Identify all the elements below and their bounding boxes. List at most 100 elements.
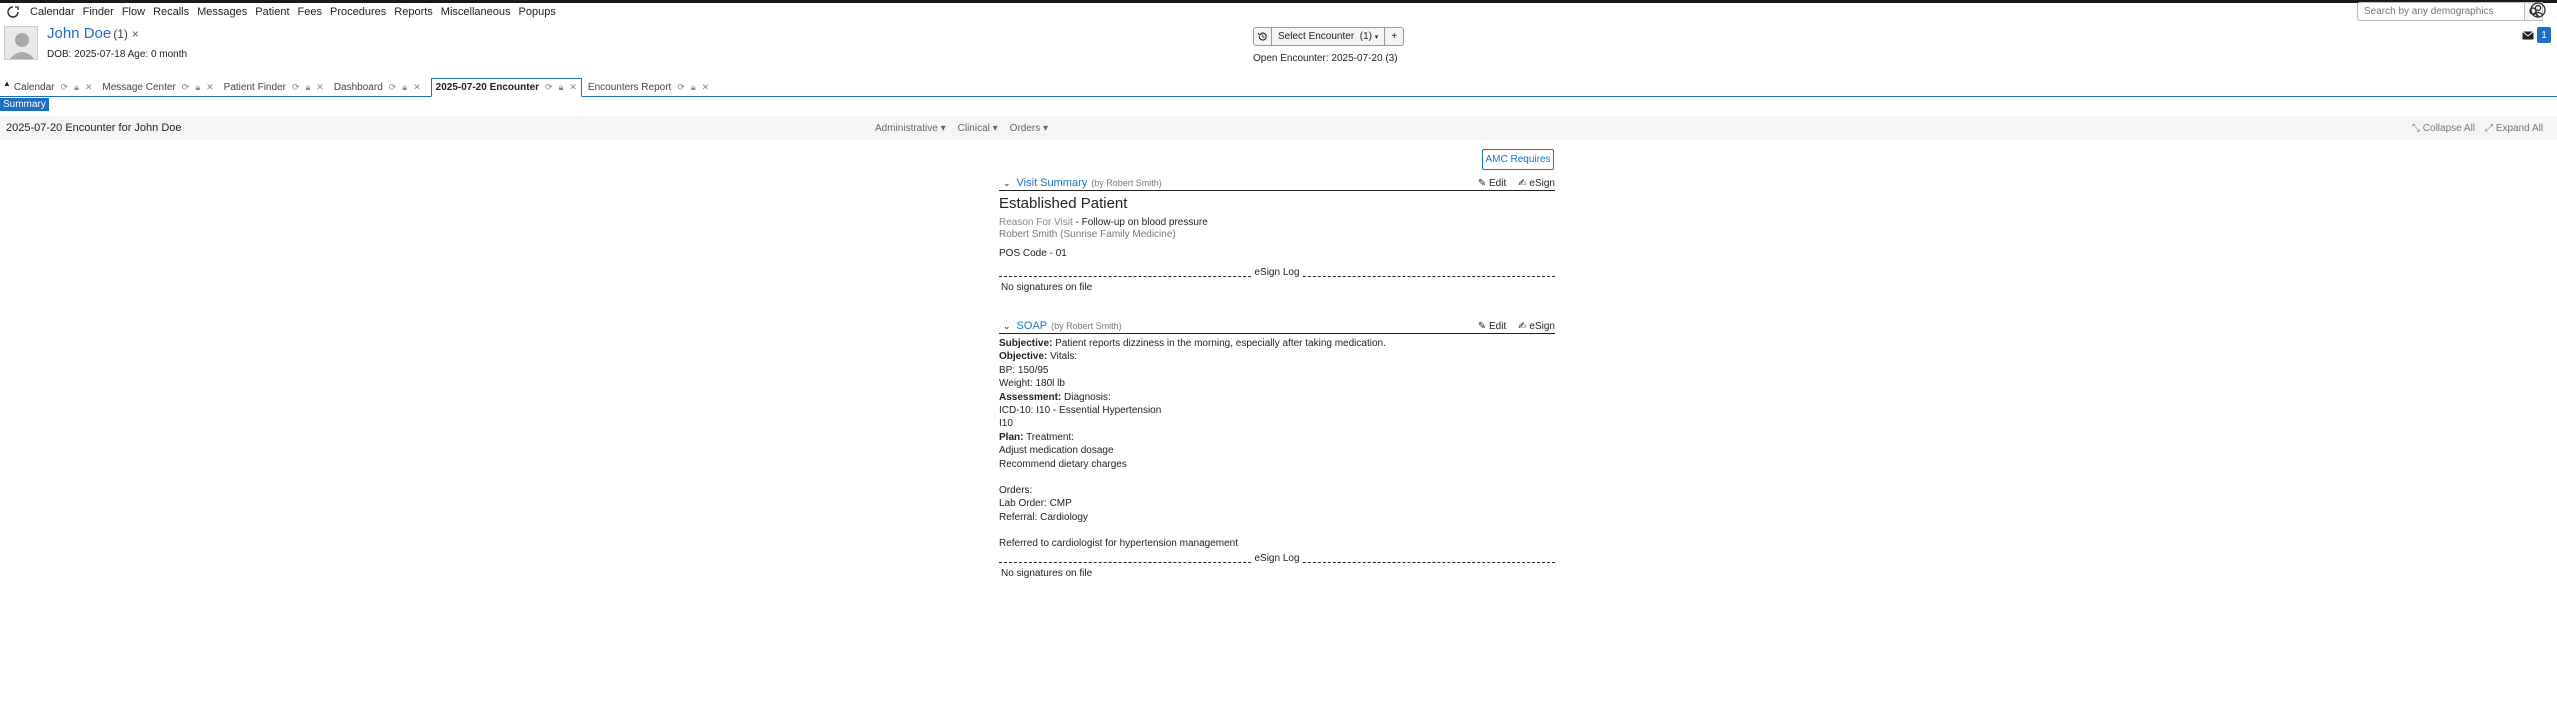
menu-orders[interactable]: Orders ▾ xyxy=(1010,123,1048,134)
signature-icon: ✍︎ xyxy=(1518,320,1527,332)
reason-for-visit: Reason For Visit - Follow-up on blood pr… xyxy=(999,217,1208,228)
refresh-icon[interactable]: ⟳ xyxy=(545,82,553,93)
app-logo-icon[interactable] xyxy=(4,3,22,21)
user-account-icon[interactable] xyxy=(2530,2,2546,18)
select-encounter-dropdown[interactable]: Select Encounter (1) ▾ xyxy=(1272,27,1386,46)
tab-message-center[interactable]: Message Center ⟳ 🔒︎ ✕ xyxy=(102,79,217,96)
close-icon[interactable]: ✕ xyxy=(206,82,214,93)
collapse-all-button[interactable]: ⤡ Collapse All xyxy=(2412,123,2475,134)
chevron-down-icon[interactable]: ⌄ xyxy=(1003,321,1011,332)
expand-icon: ⤢ xyxy=(2485,123,2494,134)
close-patient-icon[interactable]: × xyxy=(132,27,139,41)
lock-icon[interactable]: 🔒︎ xyxy=(74,82,79,93)
pencil-icon: ✎ xyxy=(1477,177,1487,189)
menu-fees[interactable]: Fees xyxy=(294,6,326,18)
refresh-icon[interactable]: ⟳ xyxy=(292,82,300,93)
menu-administrative[interactable]: Administrative ▾ xyxy=(875,123,946,134)
patient-search-input[interactable] xyxy=(2357,2,2525,21)
menu-miscellaneous[interactable]: Miscellaneous xyxy=(437,6,515,18)
soap-plan-item: Recommend dietary charges xyxy=(999,458,1127,470)
edit-button[interactable]: ✎ Edit xyxy=(1478,321,1506,332)
menu-finder[interactable]: Finder xyxy=(79,6,118,18)
menu-flow[interactable]: Flow xyxy=(118,6,149,18)
menu-calendar[interactable]: Calendar xyxy=(26,6,79,18)
esign-button[interactable]: ✍︎ eSign xyxy=(1518,321,1555,332)
amc-requires-button[interactable]: AMC Requires xyxy=(1482,149,1554,170)
collapse-caret-icon[interactable]: ▲ xyxy=(3,79,11,88)
close-icon[interactable]: ✕ xyxy=(85,82,93,93)
summary-button[interactable]: Summary xyxy=(0,98,49,111)
tab-patient-finder[interactable]: Patient Finder ⟳ 🔒︎ ✕ xyxy=(224,79,328,96)
tab-label: Dashboard xyxy=(333,82,383,93)
select-encounter-count: (1) xyxy=(1359,31,1372,42)
soap-lab-order: Lab Order: CMP xyxy=(999,498,1072,510)
soap-assessment: Assessment: Diagnosis: xyxy=(999,391,1111,403)
patient-dob-age: DOB: 2025-07-18 Age: 0 month xyxy=(47,49,188,60)
patient-avatar xyxy=(4,26,38,60)
soap-referred: Referred to cardiologist for hypertensio… xyxy=(999,538,1239,550)
soap-bp: BP: 150/95 xyxy=(999,364,1049,376)
tab-calendar[interactable]: Calendar ⟳ 🔒︎ ✕ xyxy=(14,79,96,96)
soap-objective: Objective: Vitals: xyxy=(999,351,1078,363)
soap-plan-item: Adjust medication dosage xyxy=(999,445,1114,457)
menu-recalls[interactable]: Recalls xyxy=(149,6,193,18)
visit-summary-body: Established Patient Reason For Visit - F… xyxy=(999,195,1555,259)
refresh-icon[interactable]: ⟳ xyxy=(61,82,69,93)
close-icon[interactable]: ✕ xyxy=(413,82,421,93)
visit-summary-header: ⌄ Visit Summary (by Robert Smith) ✎ Edit… xyxy=(999,177,1555,191)
lock-icon[interactable]: 🔒︎ xyxy=(195,82,200,93)
add-encounter-button[interactable]: + xyxy=(1385,27,1405,46)
menu-popups[interactable]: Popups xyxy=(515,6,560,18)
patient-header: John Doe (1) × DOB: 2025-07-18 Age: 0 mont… xyxy=(0,22,400,66)
signature-icon: ✍︎ xyxy=(1518,177,1527,189)
tab-encounter[interactable]: 2025-07-20 Encounter ⟳ 🔒︎ ✕ xyxy=(430,78,582,97)
lock-icon[interactable]: 🔒︎ xyxy=(691,82,696,93)
menu-messages[interactable]: Messages xyxy=(193,6,251,18)
caret-down-icon: ▾ xyxy=(1374,33,1379,41)
soap-orders: Orders: xyxy=(999,485,1033,497)
pos-code: POS Code - 01 xyxy=(999,248,1067,259)
soap-weight: Weight: 180l lb xyxy=(999,378,1065,390)
tab-label: Calendar xyxy=(13,82,55,93)
tab-encounters-report[interactable]: Encounters Report ⟳ 🔒︎ ✕ xyxy=(588,79,713,96)
close-icon[interactable]: ✕ xyxy=(702,82,710,93)
collapse-expand-controls: ⤡ Collapse All ⤢ Expand All xyxy=(2412,123,2543,134)
soap-body: Subjective: Patient reports dizziness in… xyxy=(999,337,1555,551)
refresh-icon[interactable]: ⟳ xyxy=(677,82,685,93)
visit-type-heading: Established Patient xyxy=(999,195,1128,212)
esign-log-divider: eSign Log xyxy=(999,267,1555,281)
soap-section: ⌄ SOAP (by Robert Smith) ✎ Edit ✍︎ eSign… xyxy=(999,320,1555,579)
edit-button[interactable]: ✎ Edit xyxy=(1478,178,1506,189)
visit-summary-title[interactable]: Visit Summary xyxy=(1017,177,1088,189)
no-signatures-text: No signatures on file xyxy=(1001,282,1093,293)
tab-dashboard[interactable]: Dashboard ⟳ 🔒︎ ✕ xyxy=(334,79,425,96)
close-icon[interactable]: ✕ xyxy=(569,82,577,93)
no-signatures-text: No signatures on file xyxy=(1001,567,1093,579)
encounter-controls: Select Encounter (1) ▾ + xyxy=(1253,27,1405,46)
soap-subjective: Subjective: Patient reports dizziness in… xyxy=(999,338,1386,349)
menu-clinical[interactable]: Clinical ▾ xyxy=(958,123,998,134)
esign-button[interactable]: ✍︎ eSign xyxy=(1518,178,1555,189)
refresh-icon[interactable]: ⟳ xyxy=(389,82,397,93)
menu-reports[interactable]: Reports xyxy=(390,6,437,18)
lock-icon[interactable]: 🔒︎ xyxy=(559,82,564,93)
soap-header: ⌄ SOAP (by Robert Smith) ✎ Edit ✍︎ eSign xyxy=(999,320,1555,334)
expand-all-button[interactable]: ⤢ Expand All xyxy=(2485,123,2543,134)
visit-summary-author: (by Robert Smith) xyxy=(1091,178,1162,188)
patient-name-link[interactable]: John Doe xyxy=(47,25,111,42)
lock-icon[interactable]: 🔒︎ xyxy=(305,82,310,93)
soap-title[interactable]: SOAP xyxy=(1017,320,1048,332)
pencil-icon: ✎ xyxy=(1477,320,1487,332)
mail-icon[interactable] xyxy=(2521,27,2535,43)
menu-procedures[interactable]: Procedures xyxy=(326,6,390,18)
encounter-header: 2025-07-20 Encounter for John Doe Admini… xyxy=(0,116,2557,140)
close-icon[interactable]: ✕ xyxy=(316,82,324,93)
refresh-icon[interactable]: ⟳ xyxy=(182,82,190,93)
lock-icon[interactable]: 🔒︎ xyxy=(402,82,407,93)
menu-patient[interactable]: Patient xyxy=(251,6,293,18)
encounter-history-button[interactable] xyxy=(1253,27,1272,46)
chevron-down-icon[interactable]: ⌄ xyxy=(1003,178,1011,189)
soap-referral: Referral: Cardiology xyxy=(999,511,1088,523)
notification-badge[interactable]: 1 xyxy=(2537,27,2551,43)
patient-count: (1) xyxy=(113,27,128,41)
